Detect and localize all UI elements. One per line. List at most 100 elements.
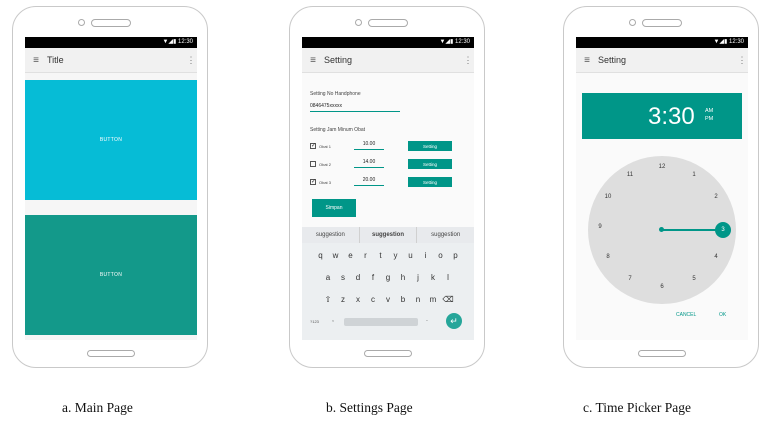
phone-settings-page: ▼◢▮ 12:30 ≡ Setting ⋮ Setting No Handpho…	[289, 6, 485, 368]
overflow-menu-icon[interactable]: ⋮	[736, 55, 748, 66]
backspace-key-icon[interactable]: ⌫	[441, 295, 456, 304]
clock-hand	[661, 229, 718, 231]
pm-toggle[interactable]: PM	[705, 116, 713, 122]
key[interactable]: v	[381, 295, 396, 304]
app-bar: ≡ Setting ⋮	[302, 48, 474, 73]
key[interactable]: u	[403, 251, 418, 260]
comma-key[interactable]: ,	[332, 316, 334, 323]
key[interactable]: b	[396, 295, 411, 304]
obat-1-time-field[interactable]: 10.00	[354, 141, 384, 150]
dial-number[interactable]: 6	[657, 284, 667, 290]
key[interactable]: k	[426, 273, 441, 282]
status-bar: ▼◢▮ 12:30	[576, 37, 748, 48]
hamburger-menu-icon[interactable]: ≡	[25, 55, 47, 66]
obat-1-setting-button[interactable]: Setting	[408, 141, 452, 151]
status-time: 12:30	[454, 39, 470, 45]
shift-key-icon[interactable]: ⇧	[321, 295, 336, 304]
key[interactable]: r	[358, 251, 373, 260]
button-top[interactable]: BUTTON	[25, 80, 197, 200]
dial-number-selected[interactable]: 3	[715, 222, 731, 238]
phone-main-page: ▼◢▮ 12:30 ≡ Title ⋮ BUTTON BUTTON	[12, 6, 208, 368]
dial-number[interactable]: 5	[689, 276, 699, 282]
speaker-icon	[642, 19, 682, 27]
obat-1-label: Obat 1	[319, 144, 332, 149]
dial-number[interactable]: 1	[689, 172, 699, 178]
space-bar[interactable]	[344, 318, 418, 326]
dial-number[interactable]: 8	[603, 254, 613, 260]
ok-button[interactable]: OK	[719, 312, 726, 318]
key[interactable]: e	[343, 251, 358, 260]
key[interactable]: f	[366, 273, 381, 282]
status-bar: ▼◢▮ 12:30	[302, 37, 474, 48]
key[interactable]: o	[433, 251, 448, 260]
key[interactable]: y	[388, 251, 403, 260]
phone-time-picker-page: ▼◢▮ 12:30 ≡ Setting ⋮ 3:30 AM PM 12 1 2 …	[563, 6, 759, 368]
key[interactable]: n	[411, 295, 426, 304]
key[interactable]: w	[328, 251, 343, 260]
dial-number[interactable]: 2	[711, 194, 721, 200]
key[interactable]: t	[373, 251, 388, 260]
obat-2-setting-button[interactable]: Setting	[408, 159, 452, 169]
dial-number[interactable]: 12	[657, 164, 667, 170]
camera-icon	[78, 19, 85, 26]
home-button[interactable]	[87, 350, 135, 357]
key[interactable]: l	[441, 273, 456, 282]
button-bottom[interactable]: BUTTON	[25, 215, 197, 335]
suggestion-item[interactable]: suggestion	[360, 227, 418, 243]
key[interactable]: q	[313, 251, 328, 260]
enter-key-icon[interactable]: ↵	[446, 313, 462, 329]
key[interactable]: a	[321, 273, 336, 282]
am-toggle[interactable]: AM	[705, 108, 713, 114]
key[interactable]: j	[411, 273, 426, 282]
key[interactable]: p	[448, 251, 463, 260]
key[interactable]: s	[336, 273, 351, 282]
obat-3-time-field[interactable]: 20.00	[354, 177, 384, 186]
hamburger-menu-icon[interactable]: ≡	[302, 55, 324, 66]
obat-3-label: Obat 3	[319, 180, 332, 185]
cancel-button[interactable]: CANCEL	[676, 312, 696, 318]
home-button[interactable]	[364, 350, 412, 357]
overflow-menu-icon[interactable]: ⋮	[462, 55, 474, 66]
keyboard: q w e r t y u i o p a s d f g h j k l ⇧ …	[302, 243, 474, 340]
checkbox-obat-1[interactable]: ✓	[310, 143, 316, 149]
screen: ▼◢▮ 12:30 ≡ Setting ⋮ 3:30 AM PM 12 1 2 …	[576, 37, 748, 340]
suggestion-item[interactable]: suggestion	[302, 227, 360, 243]
selected-time[interactable]: 3:30	[648, 103, 695, 131]
key[interactable]: h	[396, 273, 411, 282]
clock-dial[interactable]: 12 1 2 4 5 6 7 8 9 10 11 3	[588, 156, 736, 304]
key[interactable]: m	[426, 295, 441, 304]
symbols-key[interactable]: ?123	[310, 319, 319, 324]
key[interactable]: i	[418, 251, 433, 260]
clock-center-dot	[659, 227, 664, 232]
caption-time-picker-page: c. Time Picker Page	[583, 400, 691, 415]
dial-number[interactable]: 9	[595, 224, 605, 230]
home-button[interactable]	[638, 350, 686, 357]
screen: ▼◢▮ 12:30 ≡ Title ⋮ BUTTON BUTTON	[25, 37, 197, 340]
checkbox-obat-3[interactable]: ✓	[310, 179, 316, 185]
keyboard-row-3: ⇧ z x c v b n m ⌫	[302, 295, 474, 304]
dial-number[interactable]: 7	[625, 276, 635, 282]
suggestion-bar: suggestion suggestion suggestion	[302, 227, 474, 243]
obat-2-time-field[interactable]: 14.00	[354, 159, 384, 168]
save-button[interactable]: Simpan	[312, 199, 356, 217]
checkbox-obat-2[interactable]	[310, 161, 316, 167]
dial-number[interactable]: 10	[603, 194, 613, 200]
keyboard-row-2: a s d f g h j k l	[302, 273, 474, 282]
key[interactable]: c	[366, 295, 381, 304]
suggestion-item[interactable]: suggestion	[417, 227, 474, 243]
schedule-label: Setting Jam Minum Obat	[310, 127, 366, 133]
app-title: Title	[47, 55, 64, 65]
obat-3-setting-button[interactable]: Setting	[408, 177, 452, 187]
key[interactable]: d	[351, 273, 366, 282]
phone-number-field[interactable]: 0846475xxxxx	[310, 103, 400, 112]
dial-number[interactable]: 4	[711, 254, 721, 260]
time-picker-header: 3:30 AM PM	[582, 93, 742, 139]
key[interactable]: z	[336, 295, 351, 304]
hamburger-menu-icon[interactable]: ≡	[576, 55, 598, 66]
key[interactable]: g	[381, 273, 396, 282]
overflow-menu-icon[interactable]: ⋮	[185, 55, 197, 66]
dial-number[interactable]: 11	[625, 172, 635, 178]
keyboard-row-1: q w e r t y u i o p	[302, 251, 474, 260]
key[interactable]: x	[351, 295, 366, 304]
period-key[interactable]: .	[426, 316, 428, 323]
